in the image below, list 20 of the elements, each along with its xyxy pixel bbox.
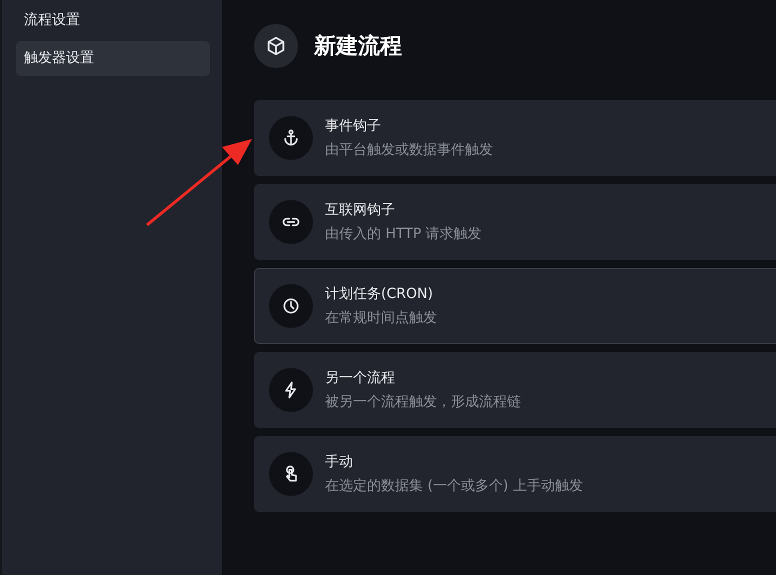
option-description: 由平台触发或数据事件触发 — [325, 141, 493, 159]
option-title: 计划任务(CRON) — [325, 285, 434, 303]
trigger-option[interactable]: 互联网钩子 由传入的 HTTP 请求触发 — [254, 184, 776, 260]
sidebar-item[interactable]: 触发器设置 — [16, 41, 210, 76]
option-title: 另一个流程 — [325, 369, 396, 387]
trigger-option[interactable]: 计划任务(CRON) 在常规时间点触发 — [254, 268, 776, 344]
page-title: 新建流程 — [314, 32, 402, 61]
option-description: 由传入的 HTTP 请求触发 — [325, 225, 482, 243]
option-title: 事件钩子 — [325, 117, 382, 135]
clock-icon — [281, 296, 301, 316]
option-description: 在常规时间点触发 — [325, 309, 437, 327]
option-description: 在选定的数据集 (一个或多个) 上手动触发 — [325, 477, 583, 495]
option-description: 被另一个流程触发，形成流程链 — [325, 393, 521, 411]
trigger-option[interactable]: 事件钩子 由平台触发或数据事件触发 — [254, 100, 776, 176]
option-title: 手动 — [325, 453, 354, 471]
sidebar-item[interactable]: 流程设置 — [16, 3, 210, 38]
trigger-option[interactable]: 手动 在选定的数据集 (一个或多个) 上手动触发 — [254, 436, 776, 512]
option-title: 互联网钩子 — [325, 201, 396, 219]
trigger-option[interactable]: 另一个流程 被另一个流程触发，形成流程链 — [254, 352, 776, 428]
cube-icon — [265, 35, 287, 57]
